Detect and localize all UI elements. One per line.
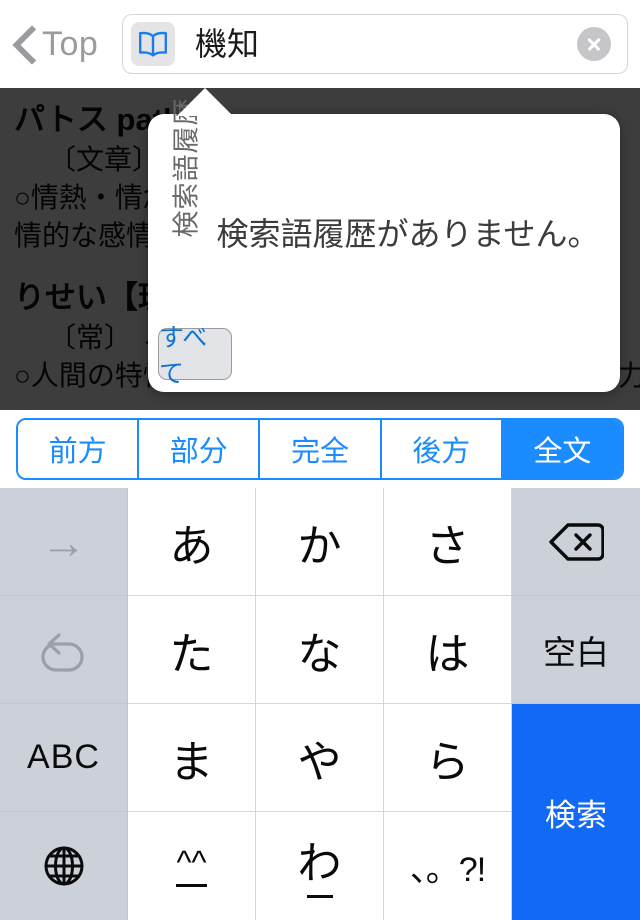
key-a[interactable]: あ [128,488,256,596]
search-input-value[interactable]: 機知 [195,28,577,60]
key-abc[interactable]: ABC [0,704,128,812]
segment-suffix[interactable]: 後方 [381,420,503,478]
search-history-popover: 検索語履歴 検索語履歴がありません。 すべて [148,98,620,392]
key-ma[interactable]: ま [128,704,256,812]
key-ha[interactable]: は [384,596,512,704]
open-book-icon[interactable] [131,22,175,66]
key-wa[interactable]: わ [256,812,384,920]
chevron-left-icon [12,23,38,65]
key-space[interactable]: 空白 [512,596,640,704]
search-history-vertical-label-text: 検索語履歴 [171,97,202,238]
key-ta[interactable]: た [128,596,256,704]
search-mode-segmented-control: 前方 部分 完全 後方 全文 [16,418,624,480]
popover-arrow [177,88,233,116]
segment-fulltext[interactable]: 全文 [502,420,622,478]
key-ka[interactable]: か [256,488,384,596]
kana-keyboard: → あ か さ た な は 空白 ABC ま や ら 検索 ^^ わ 、。?! [0,488,640,920]
key-ya[interactable]: や [256,704,384,812]
key-na[interactable]: な [256,596,384,704]
all-button[interactable]: すべて [158,324,232,388]
search-field[interactable]: 機知 [122,14,628,74]
back-button[interactable]: Top [12,14,98,74]
clear-circle-icon[interactable] [577,27,611,61]
key-backspace[interactable] [512,488,640,596]
arrow-right-icon: → [40,515,87,568]
app-screen: Top 機知 パトス pathos 〔文章〕 ○情熱・情念。また、感 情的な感情… [0,0,640,920]
key-emoji[interactable]: ^^ [128,812,256,920]
segment-exact[interactable]: 完全 [260,420,382,478]
key-wa-label: わ [297,839,342,888]
key-undo[interactable] [0,596,128,704]
key-emoji-label: ^^ [176,846,207,887]
undo-icon [40,632,84,672]
key-search[interactable]: 検索 [512,704,640,920]
segment-prefix[interactable]: 前方 [18,420,140,478]
key-sa[interactable]: さ [384,488,512,596]
segment-partial[interactable]: 部分 [139,420,261,478]
key-globe[interactable] [0,812,128,920]
key-punctuation-label: 、。?! [409,850,486,889]
navigation-bar: Top 機知 [0,0,640,88]
globe-icon [44,846,83,886]
key-punctuation[interactable]: 、。?! [384,812,512,920]
backspace-icon [549,522,604,561]
key-next-candidate[interactable]: → [0,488,128,596]
search-mode-bar: 前方 部分 完全 後方 全文 [0,410,640,488]
search-history-vertical-label: 検索語履歴 [162,98,206,338]
search-history-empty-message: 検索語履歴がありません。 [216,216,600,252]
key-ra[interactable]: ら [384,704,512,812]
